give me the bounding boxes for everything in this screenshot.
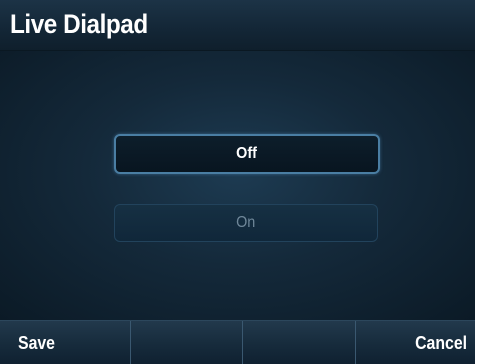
softkey-bar: Save Cancel bbox=[0, 320, 475, 364]
options-area: Off On bbox=[0, 51, 475, 320]
save-softkey[interactable]: Save bbox=[0, 321, 131, 364]
softkey-3[interactable] bbox=[243, 321, 356, 364]
cancel-softkey[interactable]: Cancel bbox=[356, 321, 476, 364]
phone-screen: Live Dialpad Off On Save Cancel bbox=[0, 0, 475, 364]
softkey-2[interactable] bbox=[131, 321, 243, 364]
option-on-label: On bbox=[236, 214, 256, 231]
option-off-label: Off bbox=[236, 145, 258, 162]
option-off-button[interactable]: Off bbox=[114, 134, 380, 174]
title-bar: Live Dialpad bbox=[0, 0, 475, 51]
cancel-softkey-label: Cancel bbox=[415, 332, 467, 353]
screen-title: Live Dialpad bbox=[10, 9, 148, 39]
option-on-button[interactable]: On bbox=[114, 204, 378, 242]
save-softkey-label: Save bbox=[18, 332, 56, 353]
